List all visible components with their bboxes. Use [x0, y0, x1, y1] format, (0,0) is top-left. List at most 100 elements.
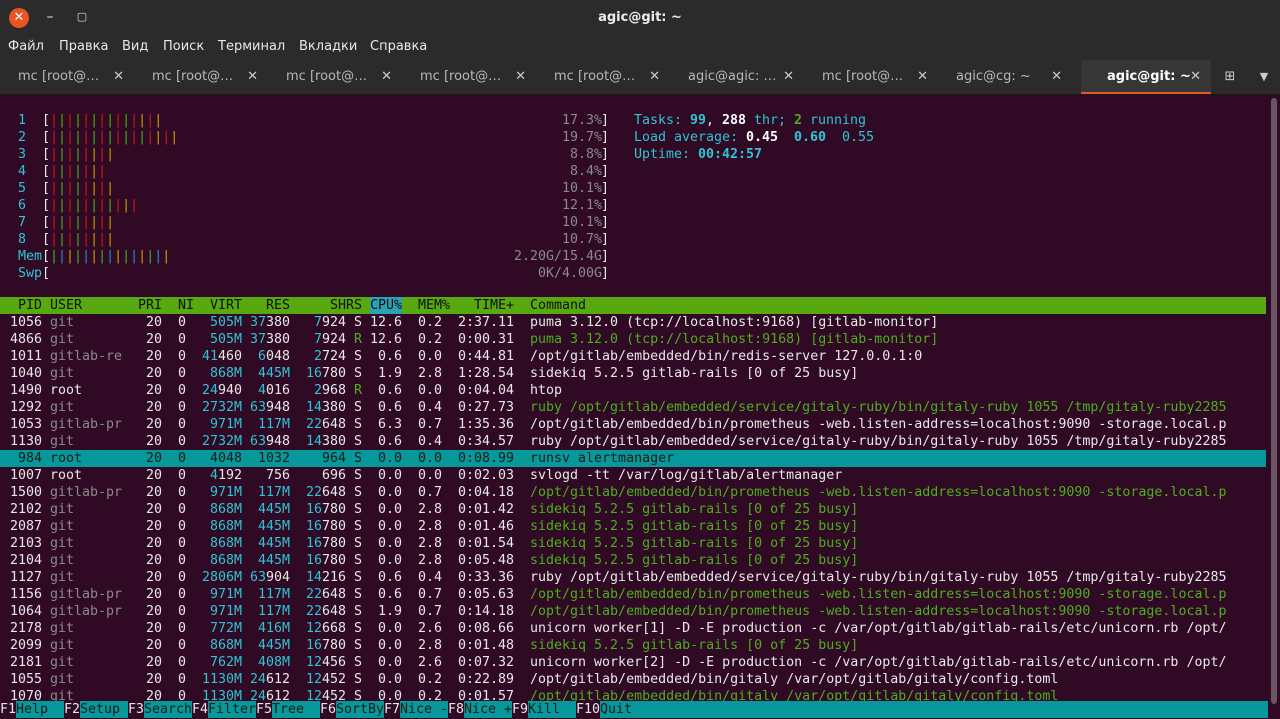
close-icon[interactable]: ✕	[1051, 60, 1062, 94]
process-row[interactable]: 1500 gitlab-pr 20 0 971M 117M 22648 S 0.0 0.7 0:04…	[0, 484, 1266, 501]
process-row[interactable]: 2104 git 20 0 868M 445M 16780 S 0.0 2.8 0:05.48 sid…	[0, 552, 1266, 569]
process-row[interactable]: 1292 git 20 0 2732M 63948 14380 S 0.6 0.4 0:27.73 r…	[0, 399, 1266, 416]
fkey-label-setup[interactable]: Setup	[80, 701, 120, 718]
process-row[interactable]: 2099 git 20 0 868M 445M 16780 S 0.0 2.8 0:01.48 sid…	[0, 637, 1266, 654]
load-label: Load average:	[634, 130, 739, 145]
close-icon[interactable]: ✕	[917, 60, 928, 94]
fkey-f2[interactable]: F2	[64, 701, 81, 718]
process-row[interactable]: 1156 gitlab-pr 20 0 971M 117M 22648 S 0.6 0.7 0:05…	[0, 586, 1266, 603]
process-row[interactable]: 1064 gitlab-pr 20 0 971M 117M 22648 S 1.9 0.7 0:14…	[0, 603, 1266, 620]
close-icon[interactable]: ✕	[247, 60, 258, 94]
new-tab-icon[interactable]: ⊞	[1220, 67, 1240, 87]
mem-cell: 0.2	[417, 672, 442, 687]
process-row[interactable]: 2178 git 20 0 772M 416M 12668 S 0.0 2.6 0:08.66 uni…	[0, 620, 1266, 637]
close-icon[interactable]: ✕	[381, 60, 392, 94]
menu-item-6[interactable]: Справка	[370, 36, 427, 58]
process-row[interactable]: 1040 git 20 0 868M 445M 16780 S 1.9 2.8 1:28.54 sid…	[0, 365, 1266, 382]
column-header-s[interactable]: S	[354, 297, 362, 314]
tab-6[interactable]: mc [root@… ✕	[804, 60, 938, 94]
process-row[interactable]: 1007 root 20 0 4192 756 696 S 0.0 0.0 0:02.03 svlog…	[0, 467, 1266, 484]
fkey-label-nice[interactable]: Nice +	[464, 701, 512, 718]
shr-cell: 16780	[305, 502, 346, 517]
tab-3[interactable]: mc [root@… ✕	[402, 60, 536, 94]
menu-item-1[interactable]: Правка	[59, 36, 108, 58]
pri-cell: 20	[145, 655, 162, 670]
tab-1[interactable]: mc [root@… ✕	[134, 60, 268, 94]
column-header-res[interactable]: RES	[266, 297, 290, 314]
meter-bracket-close: ]	[601, 266, 610, 281]
fkey-f7[interactable]: F7	[384, 701, 401, 718]
process-row[interactable]: 2103 git 20 0 868M 445M 16780 S 0.0 2.8 0:01.54 sid…	[0, 535, 1266, 552]
tab-menu-chevron-down-icon[interactable]: ▼	[1254, 67, 1274, 87]
process-row[interactable]: 1127 git 20 0 2806M 63904 14216 S 0.6 0.4 0:33.36 r…	[0, 569, 1266, 586]
menu-item-3[interactable]: Поиск	[163, 36, 204, 58]
close-icon[interactable]: ✕	[783, 60, 794, 94]
fkey-f6[interactable]: F6	[320, 701, 337, 718]
user-cell: git	[50, 434, 75, 449]
window-titlebar: ✕ – ▢ agic@git: ~	[0, 0, 1280, 36]
tab-4[interactable]: mc [root@… ✕	[536, 60, 670, 94]
tab-2[interactable]: mc [root@… ✕	[268, 60, 402, 94]
process-row[interactable]: 1011 gitlab-re 20 0 41460 6048 2724 S 0.6 0.0 0:44…	[0, 348, 1266, 365]
process-row[interactable]: 4866 git 20 0 505M 37380 7924 R 12.6 0.2 0:00.31 pu…	[0, 331, 1266, 348]
mem-cell: 2.6	[417, 621, 442, 636]
fkey-label-kill[interactable]: Kill	[528, 701, 560, 718]
fkey-label-search[interactable]: Search	[144, 701, 192, 718]
process-row[interactable]: 1130 git 20 0 2732M 63948 14380 S 0.6 0.4 0:34.57 r…	[0, 433, 1266, 450]
menu-item-4[interactable]: Терминал	[218, 36, 285, 58]
close-icon[interactable]: ✕	[113, 60, 124, 94]
terminal-area[interactable]: 1[|||||||||||||| 17.3%] 2[||||||||||||||||…	[0, 94, 1268, 719]
fkey-label-filter[interactable]: Filter	[208, 701, 256, 718]
process-row[interactable]: 1055 git 20 0 1130M 24612 12452 S 0.0 0.2 0:22.89 /…	[0, 671, 1266, 688]
column-header-mem[interactable]: MEM%	[418, 297, 450, 314]
terminal-scrollbar[interactable]	[1270, 96, 1278, 706]
pid-cell: 1056	[9, 315, 42, 330]
column-header-virt[interactable]: VIRT	[210, 297, 242, 314]
process-row[interactable]: 1490 root 20 0 24940 4016 2968 R 0.6 0.0 0:04.04 ht…	[0, 382, 1266, 399]
tab-5[interactable]: agic@agic: … ✕	[670, 60, 804, 94]
tab-7[interactable]: agic@cg: ~ ✕	[938, 60, 1072, 94]
close-icon[interactable]: ✕	[1190, 60, 1201, 94]
fkey-f9[interactable]: F9	[512, 701, 529, 718]
close-icon[interactable]: ✕	[515, 60, 526, 94]
fkey-label-sortby[interactable]: SortBy	[336, 701, 384, 718]
column-header-cpu[interactable]: CPU%	[370, 297, 403, 314]
shr-cell: 14216	[305, 570, 346, 585]
menu-item-5[interactable]: Вкладки	[299, 36, 357, 58]
fkey-label-help[interactable]: Help	[16, 701, 48, 718]
fkey-f10[interactable]: F10	[576, 701, 601, 718]
column-header-ni[interactable]: NI	[178, 297, 194, 314]
menu-item-2[interactable]: Вид	[122, 36, 148, 58]
column-header-time[interactable]: TIME+	[474, 297, 514, 314]
pri-cell: 20	[145, 570, 162, 585]
fkey-f4[interactable]: F4	[192, 701, 209, 718]
fkey-label-quit[interactable]: Quit	[600, 701, 632, 718]
fkey-f5[interactable]: F5	[256, 701, 273, 718]
column-header-pri[interactable]: PRI	[138, 297, 162, 314]
command-cell: sidekiq 5.2.5 gitlab-rails [0 of 25 busy…	[530, 553, 859, 568]
cpu-cell: 12.6	[369, 332, 402, 347]
fkey-label-nice[interactable]: Nice -	[400, 701, 448, 718]
menu-item-0[interactable]: Файл	[8, 36, 44, 58]
close-icon[interactable]: ✕	[649, 60, 660, 94]
column-header-pid[interactable]: PID	[18, 297, 42, 314]
fkey-f8[interactable]: F8	[448, 701, 465, 718]
fkey-f3[interactable]: F3	[128, 701, 145, 718]
column-header-shr[interactable]: SHR	[330, 297, 354, 314]
ni-cell: 0	[177, 366, 186, 381]
process-row[interactable]: 1056 git 20 0 505M 37380 7924 S 12.6 0.2 2:37.11 pu…	[0, 314, 1266, 331]
tab-8[interactable]: agic@git: ~ ✕	[1081, 60, 1211, 94]
column-header-user[interactable]: USER	[50, 297, 82, 314]
scrollbar-thumb[interactable]	[1271, 98, 1277, 704]
process-row[interactable]: 2102 git 20 0 868M 445M 16780 S 0.0 2.8 0:01.42 sid…	[0, 501, 1266, 518]
res-cell: 1032	[257, 451, 290, 466]
process-row[interactable]: 1053 gitlab-pr 20 0 971M 117M 22648 S 6.3 0.7 1:35…	[0, 416, 1266, 433]
command-cell: ruby /opt/gitlab/embedded/service/gitaly…	[530, 434, 1227, 449]
process-row[interactable]: 984 root 20 0 4048 1032 964 S 0.0 0.0 0:08.99 runsv…	[0, 450, 1266, 467]
process-row[interactable]: 2181 git 20 0 762M 408M 12456 S 0.0 2.6 0:07.32 uni…	[0, 654, 1266, 671]
fkey-label-tree[interactable]: Tree	[272, 701, 304, 718]
column-header-command[interactable]: Command	[530, 297, 586, 314]
process-row[interactable]: 2087 git 20 0 868M 445M 16780 S 0.0 2.8 0:01.46 sid…	[0, 518, 1266, 535]
fkey-f1[interactable]: F1	[0, 701, 17, 718]
tab-0[interactable]: mc [root@… ✕	[0, 60, 134, 94]
